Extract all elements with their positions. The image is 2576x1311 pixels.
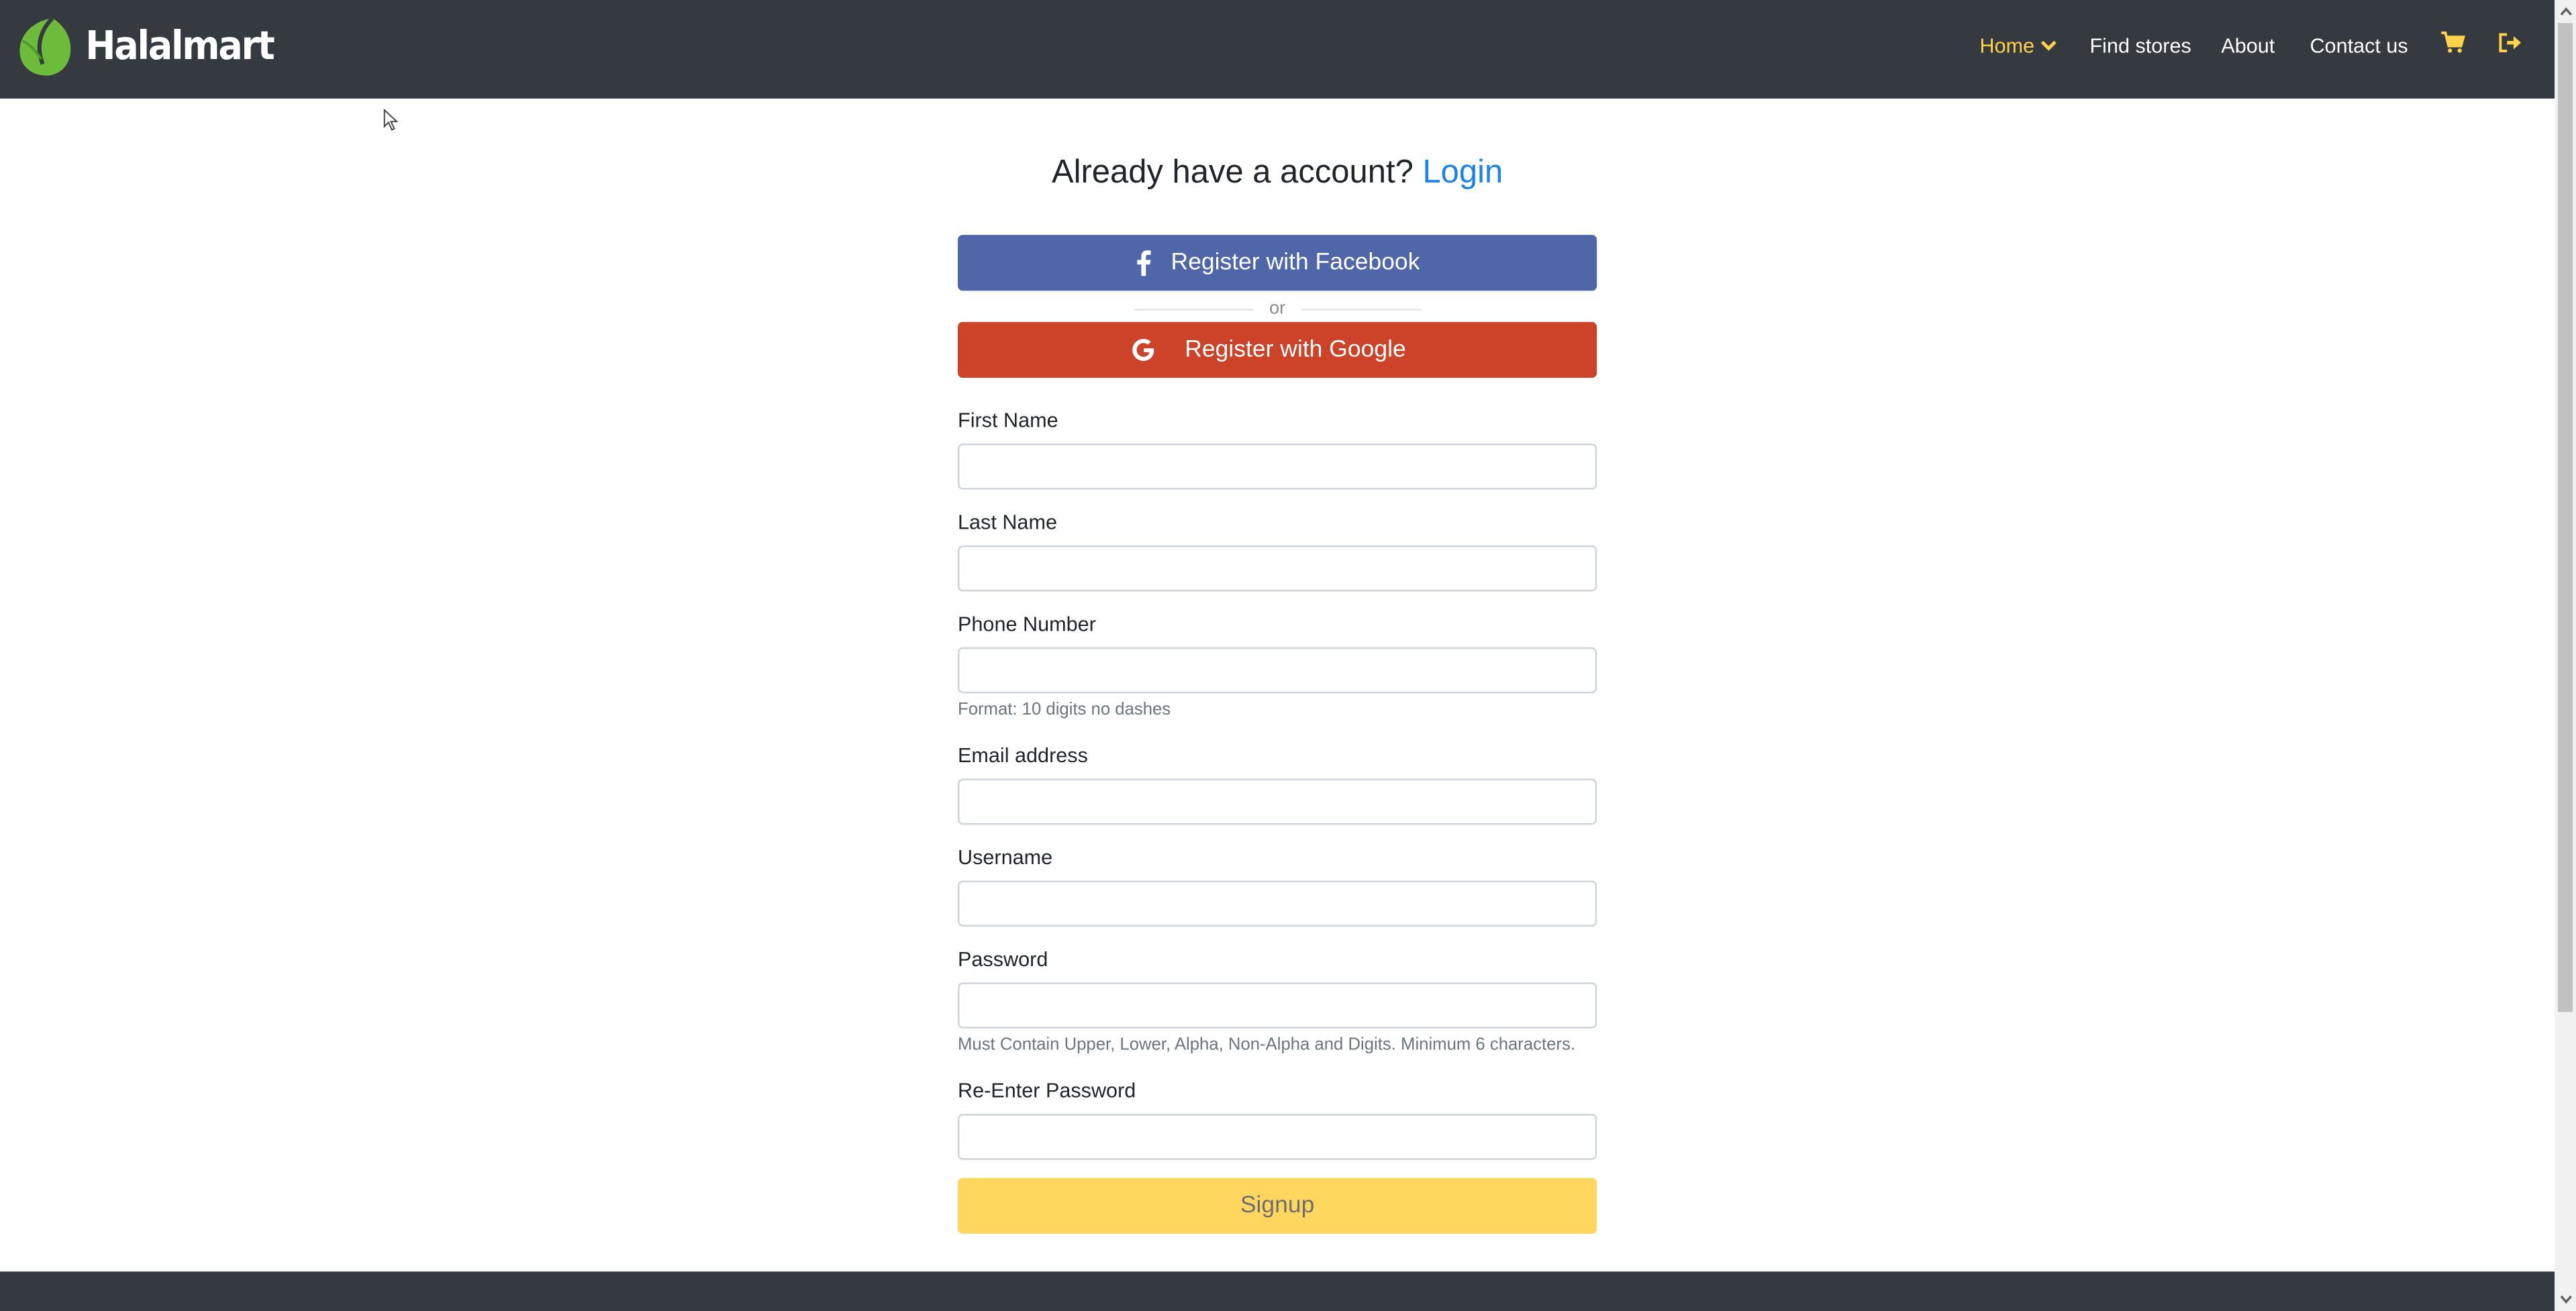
sign-out-icon[interactable] [2497,32,2524,54]
password-help: Must Contain Upper, Lower, Alpha, Non-Al… [958,1035,1575,1055]
mouse-cursor-icon [383,108,399,131]
nav-home-label: Home [1979,34,2035,58]
reenter-password-input[interactable] [958,1114,1597,1160]
login-prompt: Already have a account? Login [958,154,1597,192]
footer [0,1271,2555,1311]
scroll-up-arrow-icon[interactable] [2555,0,2576,23]
username-label: Username [958,846,1053,870]
nav-find-stores[interactable]: Find stores [2089,34,2191,57]
register-google-button[interactable]: Register with Google [958,321,1597,378]
phone-number-label: Phone Number [958,613,1096,636]
or-text: or [1269,299,1286,319]
first-name-label: First Name [958,409,1058,432]
phone-number-input[interactable] [958,647,1597,694]
brand-link[interactable]: Halalmart [16,13,289,79]
password-input[interactable] [958,982,1597,1029]
chevron-down-icon [2041,40,2057,51]
vertical-scrollbar[interactable] [2555,0,2576,1311]
register-facebook-button[interactable]: Register with Facebook [958,235,1597,291]
brand-name: Halalmart [85,23,275,69]
divider-line [1133,308,1253,310]
first-name-input[interactable] [958,443,1597,490]
cart-icon[interactable] [2440,32,2466,54]
nav-contact-us[interactable]: Contact us [2310,34,2408,57]
password-label: Password [958,947,1048,972]
email-input[interactable] [958,778,1597,825]
scroll-down-arrow-icon[interactable] [2555,1288,2576,1311]
nav-home[interactable]: Home [1979,34,2057,58]
email-label: Email address [958,744,1088,768]
last-name-label: Last Name [958,511,1057,534]
nav-about[interactable]: About [2221,34,2275,57]
phone-number-help: Format: 10 digits no dashes [958,700,1171,720]
last-name-input[interactable] [958,545,1597,592]
login-link[interactable]: Login [1422,154,1503,191]
facebook-button-label: Register with Facebook [1171,250,1420,276]
signup-button[interactable]: Signup [958,1177,1597,1234]
headline-text: Already have a account? [1051,154,1414,191]
scrollbar-thumb[interactable] [2558,23,2573,1012]
username-input[interactable] [958,880,1597,927]
leaf-logo-icon [19,16,71,76]
or-divider: or [1133,296,1422,322]
divider-line [1301,308,1422,310]
top-navbar: Halalmart Home Find stores About Contact… [0,0,2555,99]
reenter-password-label: Re-Enter Password [958,1079,1136,1103]
google-button-label: Register with Google [1185,336,1406,364]
